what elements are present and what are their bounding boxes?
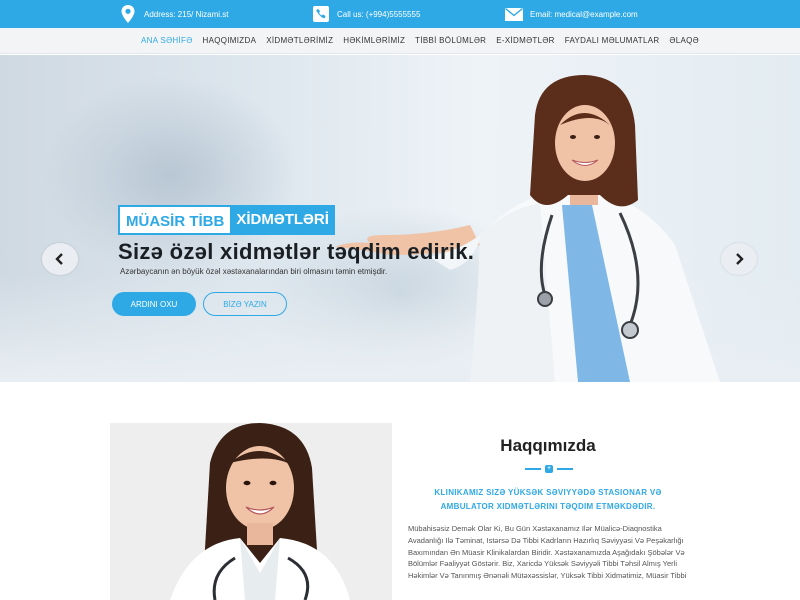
address-text: Address: 215/ Nizami.st bbox=[144, 9, 229, 19]
hero-title: Sizə özəl xidmətlər təqdim edirik. bbox=[118, 239, 475, 264]
phone-info: Call us: (+994)5555555 bbox=[311, 0, 420, 28]
hero-subtitle: Azərbaycanın ən böyük özəl xəstəxanaları… bbox=[120, 267, 388, 276]
phone-icon bbox=[311, 4, 331, 24]
slider-next-button[interactable] bbox=[721, 243, 757, 275]
nav-item-about[interactable]: HAQQIMIZDA bbox=[203, 36, 257, 45]
email-info: Email: medical@example.com bbox=[504, 0, 638, 28]
chevron-right-icon bbox=[736, 253, 744, 265]
hero-badge-part2: XİDMƏTLƏRİ bbox=[230, 205, 335, 235]
slider-prev-button[interactable] bbox=[42, 243, 78, 275]
hero-slider: MÜASİR TİBB XİDMƏTLƏRİ Sizə özəl xidmətl… bbox=[0, 55, 800, 382]
hero-badge-part1: MÜASİR TİBB bbox=[118, 205, 231, 235]
section-divider: + bbox=[519, 463, 579, 475]
nav-item-e-services[interactable]: E-XİDMƏTLƏR bbox=[496, 36, 554, 45]
envelope-icon bbox=[504, 4, 524, 24]
about-doctor-image bbox=[110, 423, 392, 600]
location-pin-icon bbox=[118, 4, 138, 24]
main-nav: ANA SƏHİFƏ HAQQIMIZDA XİDMƏTLƏRİMİZ HƏKİ… bbox=[0, 28, 800, 54]
hero-badge: MÜASİR TİBB XİDMƏTLƏRİ bbox=[118, 205, 335, 235]
nav-item-useful-info[interactable]: FAYDALI MƏLUMATLAR bbox=[565, 36, 660, 45]
divider-line bbox=[525, 468, 541, 470]
top-info-bar: Address: 215/ Nizami.st Call us: (+994)5… bbox=[0, 0, 800, 28]
read-more-button[interactable]: ARDINI OXU bbox=[112, 292, 196, 316]
chevron-left-icon bbox=[55, 253, 63, 265]
address-info: Address: 215/ Nizami.st bbox=[118, 0, 228, 28]
nav-item-home[interactable]: ANA SƏHİFƏ bbox=[141, 36, 193, 45]
divider-line bbox=[557, 468, 573, 470]
email-text[interactable]: Email: medical@example.com bbox=[530, 10, 638, 19]
about-body-text: Mübahisəsiz Demək Olar Ki, Bu Gün Xəstəx… bbox=[408, 524, 687, 581]
nav-item-doctors[interactable]: HƏKİMLƏRİMİZ bbox=[343, 36, 405, 45]
about-title: Haqqımızda bbox=[500, 436, 596, 455]
nav-item-departments[interactable]: TİBBİ BÖLÜMLƏR bbox=[415, 36, 486, 45]
phone-text[interactable]: Call us: (+994)5555555 bbox=[337, 10, 420, 19]
nav-item-services[interactable]: XİDMƏTLƏRİMİZ bbox=[266, 36, 333, 45]
nav-item-contact[interactable]: ƏLAQƏ bbox=[669, 36, 699, 45]
write-us-button[interactable]: BİZƏ YAZIN bbox=[203, 292, 287, 316]
medical-cross-icon: + bbox=[545, 465, 553, 473]
about-lead-text: KLINIKAMIZ SIZƏ YÜKSƏK SƏVIYYƏDƏ STASION… bbox=[434, 488, 662, 511]
hero-doctor-image bbox=[335, 75, 720, 382]
